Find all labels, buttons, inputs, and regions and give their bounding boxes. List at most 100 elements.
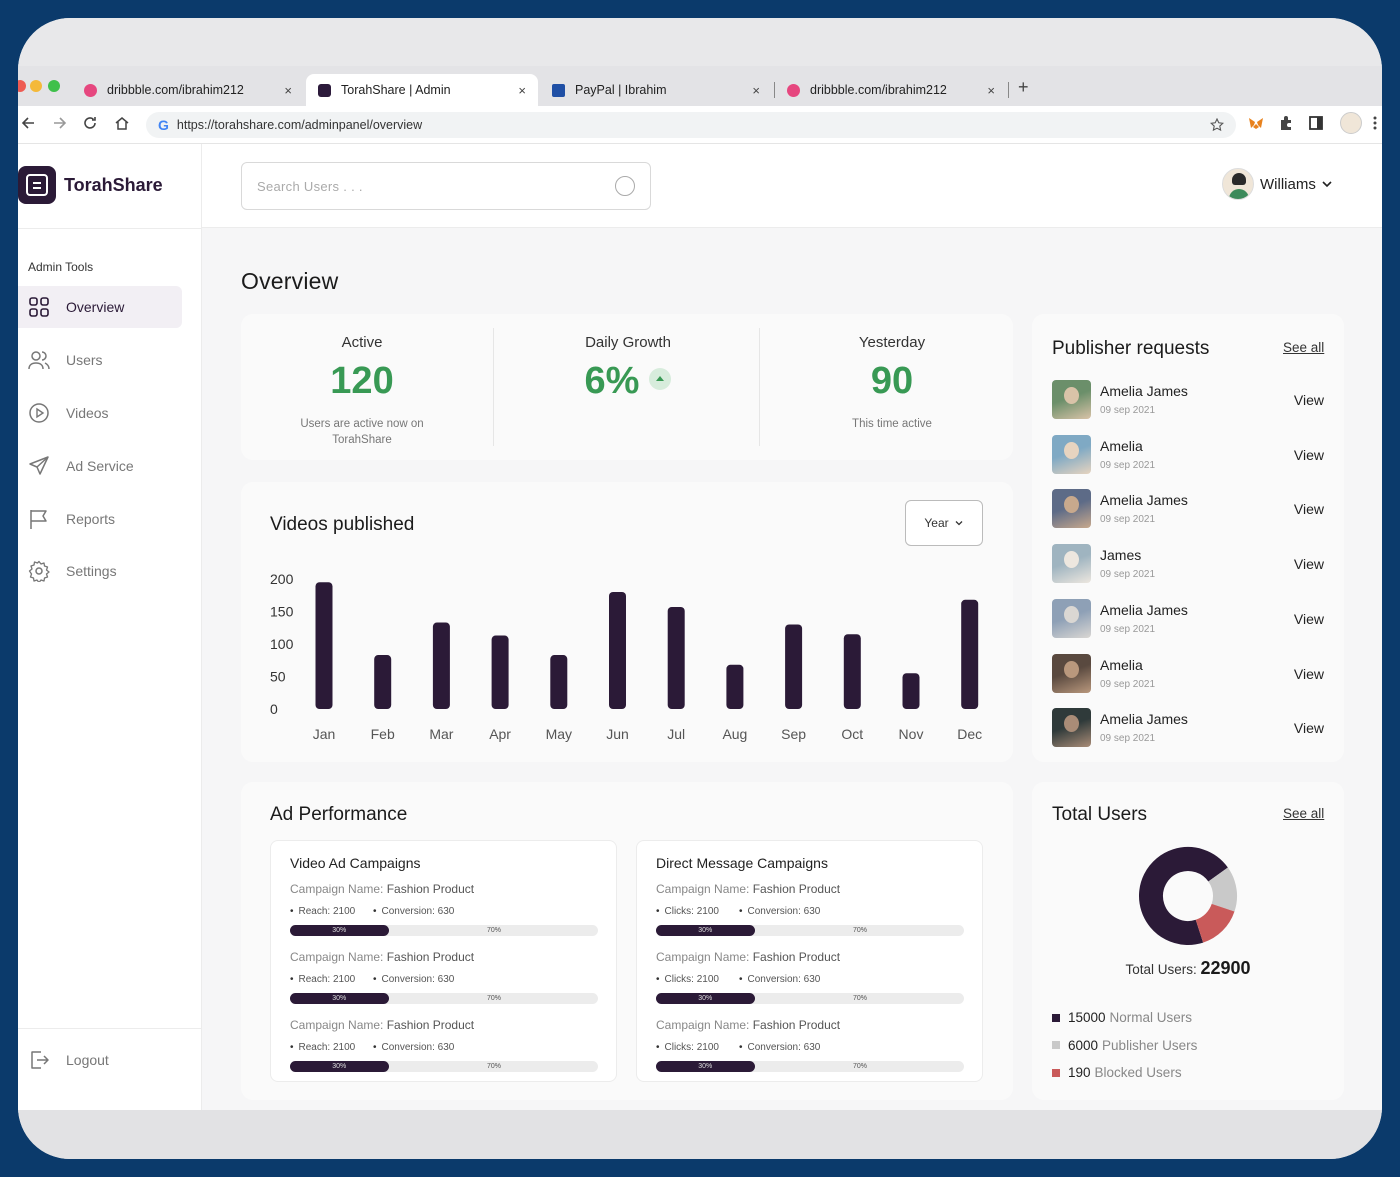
- publisher-name: Amelia: [1100, 656, 1143, 673]
- publisher-photo: [1052, 598, 1091, 638]
- progress-fill: 30%: [290, 925, 389, 936]
- brand-name[interactable]: TorahShare: [64, 175, 163, 196]
- bar-nov[interactable]: [902, 673, 920, 709]
- view-button[interactable]: View: [1294, 501, 1324, 517]
- forward-icon[interactable]: [52, 115, 68, 131]
- campaign-metric-1: Reach: 2100: [290, 974, 356, 985]
- browser-tab-1[interactable]: dribbble.com/ibrahim212 ×: [72, 74, 304, 106]
- sidebar-item-settings[interactable]: Settings: [18, 550, 182, 592]
- close-tab-icon[interactable]: ×: [752, 83, 760, 98]
- view-button[interactable]: View: [1294, 392, 1324, 408]
- bar-aug[interactable]: [726, 664, 744, 709]
- progress-rest-label: 70%: [487, 927, 502, 934]
- legend-item: 15000 Normal Users: [1052, 1010, 1192, 1025]
- profile-avatar-icon[interactable]: [1340, 112, 1362, 134]
- view-button[interactable]: View: [1294, 666, 1324, 682]
- minimize-window-dot[interactable]: [30, 80, 42, 92]
- progress-fill-label: 30%: [698, 927, 713, 934]
- stat-value: 90: [870, 360, 914, 402]
- bar-mar[interactable]: [432, 622, 450, 709]
- stat-yesterday: Yesterday 90 This time active: [761, 314, 1023, 460]
- campaign-name: Campaign Name: Fashion Product: [656, 1018, 840, 1032]
- publisher-name: Amelia: [1100, 437, 1143, 454]
- browser-tab-4[interactable]: dribbble.com/ibrahim212 ×: [775, 74, 1007, 106]
- reload-icon[interactable]: [82, 115, 98, 131]
- legend-swatch: [1052, 1068, 1060, 1077]
- bar-jan[interactable]: [315, 582, 333, 709]
- bar-jul[interactable]: [667, 606, 685, 709]
- campaign-name-label: Campaign Name:: [656, 882, 750, 896]
- campaign-name-value: Fashion Product: [386, 1018, 475, 1032]
- search-icon[interactable]: [615, 176, 635, 196]
- view-button[interactable]: View: [1294, 447, 1324, 463]
- view-button[interactable]: View: [1294, 611, 1324, 627]
- campaign-item[interactable]: Campaign Name: Fashion Product Reach: 210…: [290, 882, 598, 942]
- campaign-name-label: Campaign Name:: [656, 950, 750, 964]
- bar-sep[interactable]: [785, 624, 803, 710]
- campaign-item[interactable]: Campaign Name: Fashion Product Reach: 210…: [290, 950, 598, 1010]
- close-tab-icon[interactable]: ×: [987, 83, 995, 98]
- chevron-down-icon: [1322, 181, 1332, 188]
- view-button[interactable]: View: [1294, 720, 1324, 736]
- tab-label: dribbble.com/ibrahim212: [810, 83, 947, 97]
- stat-value: 6%: [584, 360, 640, 402]
- sidebar-item-users[interactable]: Users: [18, 339, 182, 381]
- campaign-item[interactable]: Campaign Name: Fashion Product Clicks: 21…: [656, 882, 964, 942]
- sidebar-item-videos[interactable]: Videos: [18, 392, 182, 434]
- legend-item: 6000 Publisher Users: [1052, 1038, 1197, 1053]
- browser-tab-2[interactable]: TorahShare | Admin ×: [306, 74, 538, 106]
- progress-rest-label: 70%: [487, 995, 502, 1002]
- new-tab-icon[interactable]: +: [1018, 77, 1029, 98]
- browser-tab-3[interactable]: PayPal | Ibrahim ×: [540, 74, 772, 106]
- sidebar-item-reports[interactable]: Reports: [18, 498, 182, 540]
- campaign-metric-2: Conversion: 630: [739, 1042, 821, 1053]
- bar-feb[interactable]: [374, 655, 392, 709]
- campaign-metric-1: Reach: 2100: [290, 906, 356, 917]
- close-tab-icon[interactable]: ×: [518, 83, 526, 98]
- campaign-name-value: Fashion Product: [386, 950, 475, 964]
- campaign-item[interactable]: Campaign Name: Fashion Product Clicks: 21…: [656, 950, 964, 1010]
- user-menu[interactable]: Williams: [1222, 168, 1333, 200]
- bar-dec[interactable]: [961, 599, 979, 709]
- campaign-item[interactable]: Campaign Name: Fashion Product Reach: 210…: [290, 1018, 598, 1078]
- browser-menu-icon[interactable]: [1372, 115, 1378, 131]
- sidebar-item-overview[interactable]: Overview: [18, 286, 182, 328]
- y-tick-label: 150: [270, 604, 294, 620]
- maximize-window-dot[interactable]: [48, 80, 60, 92]
- dribbble-icon: [84, 83, 97, 97]
- back-icon[interactable]: [20, 115, 36, 131]
- send-icon: [29, 456, 49, 475]
- url-field[interactable]: G https://torahshare.com/adminpanel/over…: [146, 112, 1236, 138]
- progress-rest-label: 70%: [487, 1063, 502, 1070]
- campaign-progress-bar: 30% 70%: [656, 993, 964, 1004]
- logo-icon[interactable]: [18, 166, 56, 204]
- bookmark-star-icon[interactable]: [1210, 118, 1224, 132]
- bar-jun[interactable]: [609, 592, 626, 709]
- publisher-name: Amelia James: [1100, 601, 1188, 618]
- close-tab-icon[interactable]: ×: [284, 83, 292, 98]
- view-button[interactable]: View: [1294, 556, 1324, 572]
- total-users-summary: Total Users: 22900: [1032, 958, 1344, 979]
- home-icon[interactable]: [114, 115, 130, 131]
- metamask-extension-icon[interactable]: [1248, 115, 1264, 131]
- progress-rest-label: 70%: [853, 995, 868, 1002]
- legend-swatch: [1052, 1041, 1060, 1049]
- progress-fill: 30%: [290, 993, 389, 1004]
- see-all-link[interactable]: See all: [1283, 806, 1324, 821]
- x-tick-label: Jan: [313, 726, 336, 742]
- side-panel-icon[interactable]: [1308, 115, 1324, 131]
- logout-button[interactable]: Logout: [18, 1039, 182, 1081]
- play-circle-icon: [29, 403, 49, 423]
- sidebar-item-ad-service[interactable]: Ad Service: [18, 445, 182, 487]
- extensions-puzzle-icon[interactable]: [1278, 115, 1294, 131]
- photo-face: [1064, 551, 1079, 569]
- bar-apr[interactable]: [491, 635, 509, 709]
- bar-oct[interactable]: [843, 634, 861, 709]
- see-all-link[interactable]: See all: [1283, 340, 1324, 355]
- campaign-item[interactable]: Campaign Name: Fashion Product Clicks: 21…: [656, 1018, 964, 1078]
- stat-title: Yesterday: [858, 334, 926, 351]
- campaign-metric-2: Conversion: 630: [373, 974, 455, 985]
- search-input[interactable]: [257, 178, 587, 194]
- publisher-photo: [1052, 380, 1091, 419]
- bar-may[interactable]: [550, 655, 568, 709]
